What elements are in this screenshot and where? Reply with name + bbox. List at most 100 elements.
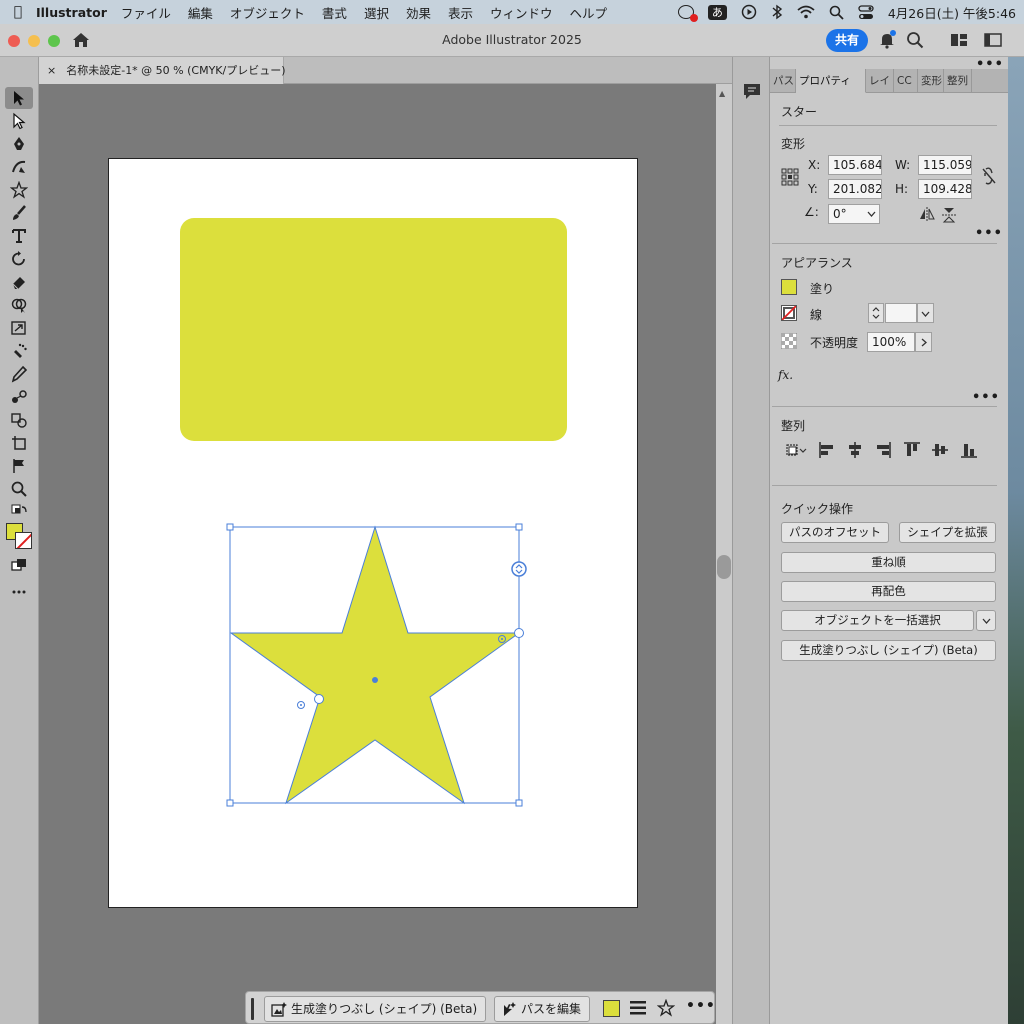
transform-more-options[interactable]: ••• <box>975 226 1003 241</box>
input-method-indicator[interactable]: あ <box>707 4 727 20</box>
generative-fill-shape-button[interactable]: 生成塗りつぶし (シェイプ) (Beta) <box>781 640 996 661</box>
menu-select[interactable]: 選択 <box>364 3 389 22</box>
direct-selection-tool-icon[interactable] <box>5 110 33 132</box>
app-menu[interactable]: Illustrator <box>36 5 107 20</box>
menu-window[interactable]: ウィンドウ <box>490 3 553 22</box>
stroke-weight-icon[interactable] <box>630 1000 646 1016</box>
align-right-icon[interactable] <box>874 441 892 459</box>
live-paint-bucket-tool-icon[interactable] <box>5 409 33 431</box>
zoom-tool-icon[interactable] <box>5 478 33 500</box>
shape-builder-tool-icon[interactable] <box>5 294 33 316</box>
align-bottom-icon[interactable] <box>960 441 978 459</box>
selection-tool-icon[interactable] <box>5 87 33 109</box>
tab-layers[interactable]: レイ <box>866 69 894 93</box>
scrollbar-thumb[interactable] <box>717 555 731 579</box>
recolor-button[interactable]: 再配色 <box>781 581 996 602</box>
taskbar-more-button[interactable]: ••• <box>686 998 716 1014</box>
offset-path-button[interactable]: パスのオフセット <box>781 522 889 543</box>
align-top-icon[interactable] <box>903 441 921 459</box>
align-vertical-center-icon[interactable] <box>931 441 949 459</box>
height-field[interactable]: 109.428 <box>918 179 972 199</box>
menu-help[interactable]: ヘルプ <box>570 3 608 22</box>
tab-properties[interactable]: プロパティ <box>796 69 866 93</box>
menu-type[interactable]: 書式 <box>322 3 347 22</box>
apple-menu-icon[interactable]:  <box>0 4 36 20</box>
stroke-weight-dropdown[interactable] <box>917 303 934 323</box>
select-same-button[interactable]: オブジェクトを一括選択 <box>781 610 974 631</box>
x-position-field[interactable]: 105.684 <box>828 155 882 175</box>
symbol-sprayer-tool-icon[interactable] <box>5 340 33 362</box>
menu-view[interactable]: 表示 <box>448 3 473 22</box>
share-button[interactable]: 共有 <box>826 29 868 52</box>
stroke-weight-field[interactable] <box>885 303 917 323</box>
chevron-down-icon[interactable] <box>867 210 876 218</box>
rotation-angle-field[interactable]: 0° <box>828 204 880 224</box>
arrange-documents-icon[interactable] <box>950 33 968 47</box>
spotlight-search-icon[interactable] <box>829 5 844 20</box>
expand-shape-button[interactable]: シェイプを拡張 <box>899 522 996 543</box>
menu-clock[interactable]: 4月26日(土) 午後5:46 <box>888 3 1016 22</box>
align-to-selection-icon[interactable] <box>784 441 808 459</box>
tab-transform[interactable]: 変形 <box>918 69 944 93</box>
curvature-tool-icon[interactable] <box>5 156 33 178</box>
fill-color-swatch[interactable] <box>781 279 797 295</box>
comments-icon[interactable] <box>742 81 762 101</box>
align-left-icon[interactable] <box>818 441 836 459</box>
scroll-up-icon[interactable]: ▲ <box>719 89 725 98</box>
tab-cc-libraries[interactable]: CC <box>894 69 918 93</box>
blend-tool-icon[interactable] <box>5 386 33 408</box>
stroke-color-swatch[interactable] <box>781 305 797 321</box>
document-tab[interactable]: × 名称未設定-1* @ 50 % (CMYK/プレビュー) <box>39 57 286 84</box>
search-icon[interactable] <box>906 31 924 49</box>
generative-fill-button[interactable]: 生成塗りつぶし (シェイプ) (Beta) <box>264 996 487 1022</box>
flip-horizontal-icon[interactable] <box>919 207 935 221</box>
menu-object[interactable]: オブジェクト <box>230 3 305 22</box>
stroke-weight-stepper[interactable] <box>868 303 884 323</box>
opacity-slider-button[interactable] <box>915 332 932 352</box>
tab-align[interactable]: 整列 <box>944 69 972 93</box>
star-tool-icon[interactable] <box>5 179 33 201</box>
menu-effect[interactable]: 効果 <box>406 3 431 22</box>
tab-pathfinder[interactable]: パス <box>770 69 796 93</box>
control-center-icon[interactable] <box>858 4 874 20</box>
bluetooth-icon[interactable] <box>771 4 783 20</box>
menu-edit[interactable]: 編集 <box>188 3 213 22</box>
constrain-proportions-icon[interactable] <box>981 167 997 185</box>
type-tool-icon[interactable] <box>5 225 33 247</box>
y-position-field[interactable]: 201.082 <box>828 179 882 199</box>
pen-tool-icon[interactable] <box>5 133 33 155</box>
add-effect-button[interactable]: fx. <box>778 368 793 382</box>
select-same-dropdown[interactable] <box>976 610 996 631</box>
swap-fill-stroke-icon[interactable] <box>5 501 33 523</box>
flip-vertical-icon[interactable] <box>942 207 956 223</box>
paintbrush-tool-icon[interactable] <box>5 202 33 224</box>
close-tab-icon[interactable]: × <box>47 64 56 77</box>
edit-toolbar-icon[interactable] <box>5 581 33 603</box>
arrange-button[interactable]: 重ね順 <box>781 552 996 573</box>
eraser-tool-icon[interactable] <box>5 271 33 293</box>
star-options-icon[interactable] <box>657 999 675 1017</box>
width-field[interactable]: 115.059 <box>918 155 972 175</box>
align-horizontal-center-icon[interactable] <box>846 441 864 459</box>
edit-path-button[interactable]: パスを編集 <box>494 996 591 1022</box>
taskbar-grip-handle[interactable] <box>251 998 254 1020</box>
artboard-tool-icon[interactable] <box>5 432 33 454</box>
screen-record-icon[interactable] <box>677 5 698 22</box>
stroke-none-swatch[interactable] <box>15 532 32 549</box>
play-icon[interactable] <box>741 4 757 20</box>
eyedropper-tool-icon[interactable] <box>5 363 33 385</box>
vertical-scrollbar[interactable]: ▲ <box>716 84 732 1024</box>
fill-color-swatch[interactable] <box>603 1000 620 1017</box>
free-transform-tool-icon[interactable] <box>5 317 33 339</box>
appearance-more-options[interactable]: ••• <box>972 390 1000 405</box>
align-more-options[interactable]: ••• <box>976 57 1004 72</box>
rotate-tool-icon[interactable] <box>5 248 33 270</box>
menu-file[interactable]: ファイル <box>121 3 171 22</box>
wifi-icon[interactable] <box>797 5 815 19</box>
rounded-rectangle-shape[interactable] <box>180 218 567 441</box>
drawing-mode-icon[interactable] <box>5 554 33 576</box>
graph-tool-icon[interactable] <box>5 455 33 477</box>
opacity-field[interactable]: 100% <box>867 332 915 352</box>
workspace-switcher-icon[interactable] <box>984 33 1002 47</box>
reference-point-icon[interactable] <box>781 168 799 186</box>
